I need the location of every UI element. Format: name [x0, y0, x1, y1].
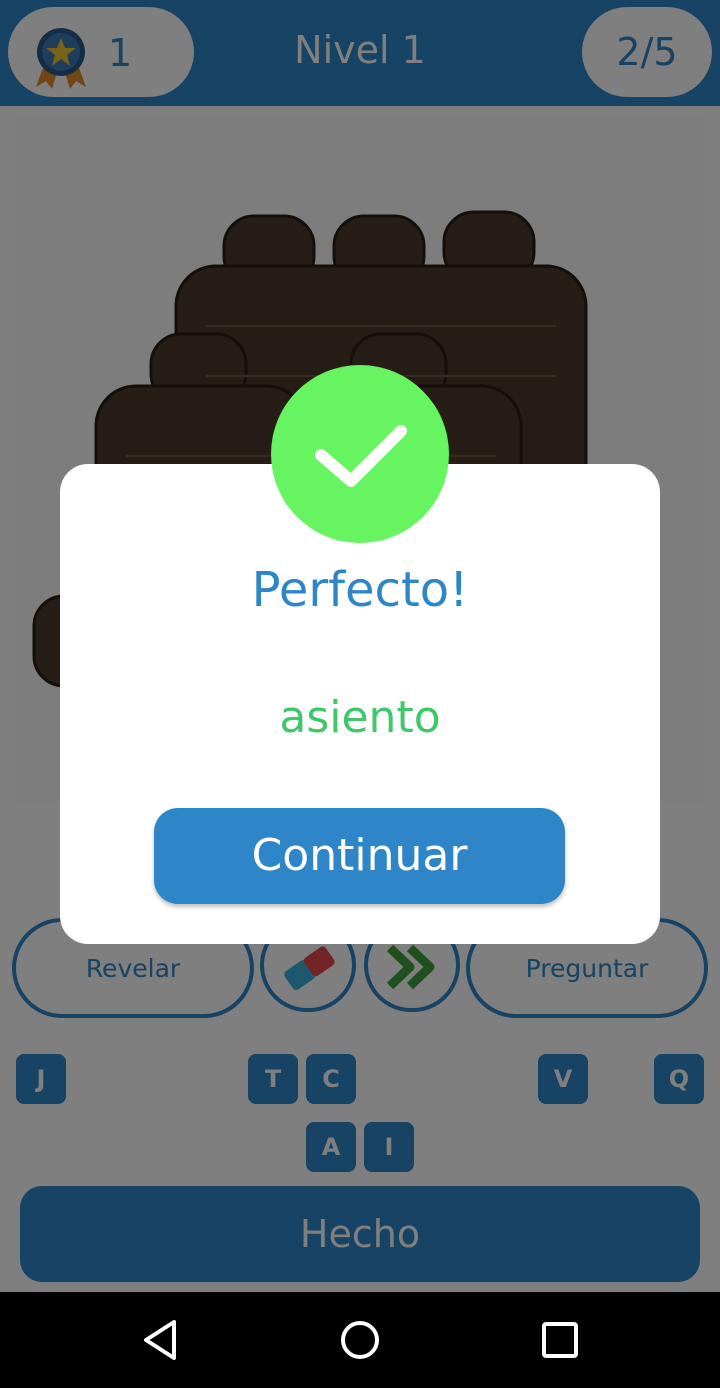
continue-button[interactable]: Continuar [154, 808, 565, 904]
checkmark-icon [315, 425, 407, 487]
back-triangle-icon[interactable] [140, 1318, 180, 1362]
answer-word: asiento [279, 692, 441, 743]
system-nav-bar [0, 1292, 720, 1388]
recents-square-icon[interactable] [540, 1320, 580, 1360]
dialog-title: Perfecto! [251, 562, 469, 618]
home-circle-icon[interactable] [338, 1318, 382, 1362]
success-check-badge [271, 365, 449, 543]
